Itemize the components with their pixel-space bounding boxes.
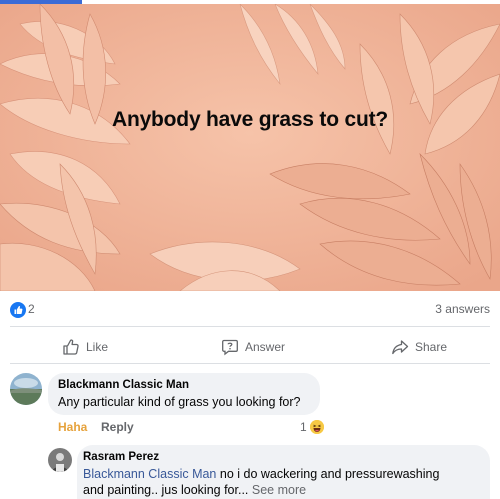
answer-bubble-icon xyxy=(221,338,239,356)
post-stats-bar: 2 3 answers xyxy=(0,298,500,322)
post-actions-bar: Like Answer Share xyxy=(0,333,500,361)
post-background-image: Anybody have grass to cut? xyxy=(0,4,500,291)
comment-reaction-count[interactable]: 1 xyxy=(300,420,307,434)
see-more-link[interactable]: See more xyxy=(248,483,306,497)
avatar[interactable] xyxy=(10,373,42,405)
post-question-text: Anybody have grass to cut? xyxy=(111,108,389,131)
haha-reaction-button[interactable]: Haha xyxy=(58,420,87,434)
reactions-count[interactable]: 2 xyxy=(28,302,35,316)
answers-count[interactable]: 3 answers xyxy=(435,302,490,316)
comment-text-part: and painting.. jus looking for... xyxy=(83,483,249,497)
share-button[interactable]: Share xyxy=(391,333,447,361)
comment-bubble: Blackmann Classic Man Any particular kin… xyxy=(48,373,320,415)
share-label: Share xyxy=(415,340,448,354)
reply-comment-item: Rasram Perez Blackmann Classic Man no i … xyxy=(0,444,500,499)
comment-bubble: Rasram Perez Blackmann Classic Man no i … xyxy=(77,445,490,499)
comment-author[interactable]: Blackmann Classic Man xyxy=(58,379,310,391)
share-arrow-icon xyxy=(391,338,409,356)
avatar[interactable] xyxy=(48,448,72,472)
haha-emoji-icon xyxy=(310,420,324,434)
stats-divider xyxy=(10,326,490,327)
comment-text: Any particular kind of grass you looking… xyxy=(58,395,301,409)
mention-link[interactable]: Blackmann Classic Man xyxy=(83,467,216,481)
paper-leaves-illustration xyxy=(0,4,500,291)
comment-item: Blackmann Classic Man Any particular kin… xyxy=(0,370,500,440)
answer-label: Answer xyxy=(245,340,286,354)
comment-text-line-1: Blackmann Classic Man no i do wackering … xyxy=(83,466,484,482)
like-thumb-icon xyxy=(62,338,80,356)
comment-author[interactable]: Rasram Perez xyxy=(83,451,484,463)
actions-divider xyxy=(10,363,490,364)
like-button[interactable]: Like xyxy=(62,333,108,361)
comment-text-part: no i do wackering and pressurewashing xyxy=(216,467,440,481)
answer-button[interactable]: Answer xyxy=(221,333,285,361)
like-reaction-icon[interactable] xyxy=(10,302,26,318)
reply-button[interactable]: Reply xyxy=(101,420,134,434)
comment-text-line-2: and painting.. jus looking for... See mo… xyxy=(83,482,484,498)
like-label: Like xyxy=(86,340,109,354)
